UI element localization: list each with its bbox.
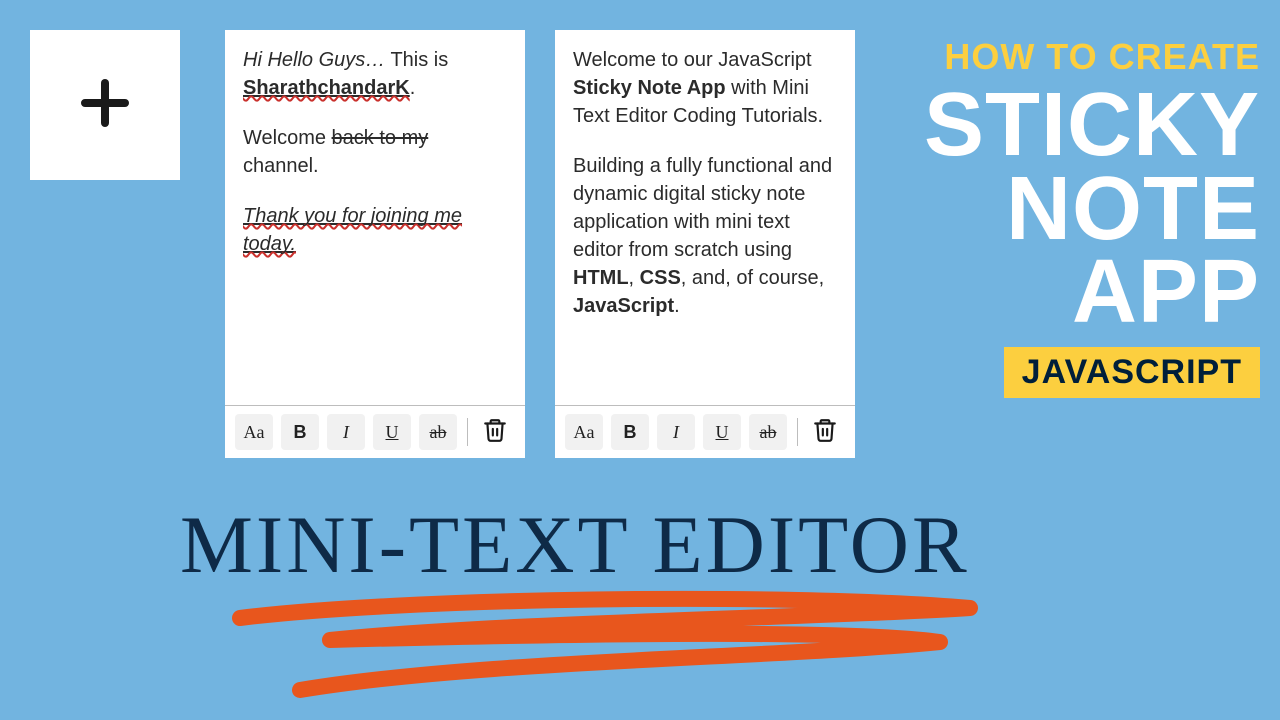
toolbar-divider [467,418,468,446]
note-text: Sticky Note App [573,77,726,99]
title-subheading: HOW TO CREATE [924,36,1260,78]
note-text: back to my [332,127,429,149]
note-text: JavaScript [573,295,674,317]
note-text: Thank you for joining me today. [243,205,462,255]
trash-icon [812,417,838,448]
title-block: HOW TO CREATE STICKY NOTE APP JAVASCRIPT [924,36,1260,398]
underline-button[interactable]: U [373,414,411,450]
note-text: SharathchandarK [243,77,410,99]
note-text: HTML [573,267,629,289]
note-text: , and, of course, [681,267,824,289]
italic-button[interactable]: I [657,414,695,450]
strikethrough-button[interactable]: ab [749,414,787,450]
note-text: Hi Hello Guys… [243,49,385,71]
bold-button[interactable]: B [611,414,649,450]
handwritten-title: MINI-TEXT EDITOR [180,498,970,592]
editor-toolbar: Aa B I U ab [225,405,525,458]
note-text: Welcome [243,127,332,149]
toolbar-divider [797,418,798,446]
note-content-area[interactable]: Welcome to our JavaScript Sticky Note Ap… [555,30,855,405]
note-text: Building a fully functional and dynamic … [573,155,832,261]
italic-button[interactable]: I [327,414,365,450]
bold-button[interactable]: B [281,414,319,450]
plus-icon [75,73,135,138]
case-button[interactable]: Aa [565,414,603,450]
title-heading: STICKY NOTE APP [924,84,1260,335]
note-text: . [410,77,416,99]
case-button[interactable]: Aa [235,414,273,450]
note-text: channel. [243,155,319,177]
title-line: STICKY [924,84,1260,168]
underline-button[interactable]: U [703,414,741,450]
note-text: Welcome to our JavaScript [573,49,812,71]
strikethrough-button[interactable]: ab [419,414,457,450]
delete-note-button[interactable] [478,414,512,450]
note-text: This is [385,49,448,71]
title-line: NOTE [924,168,1260,252]
note-text: CSS [640,267,681,289]
javascript-badge: JAVASCRIPT [1004,347,1260,398]
editor-toolbar: Aa B I U ab [555,405,855,458]
note-text: . [674,295,680,317]
title-line: APP [924,251,1260,335]
sticky-note: Welcome to our JavaScript Sticky Note Ap… [555,30,855,458]
delete-note-button[interactable] [808,414,842,450]
add-note-button[interactable] [30,30,180,180]
note-text: , [629,267,640,289]
trash-icon [482,417,508,448]
sticky-note: Hi Hello Guys… This is SharathchandarK. … [225,30,525,458]
note-content-area[interactable]: Hi Hello Guys… This is SharathchandarK. … [225,30,525,405]
scribble-underline-icon [220,580,1000,710]
